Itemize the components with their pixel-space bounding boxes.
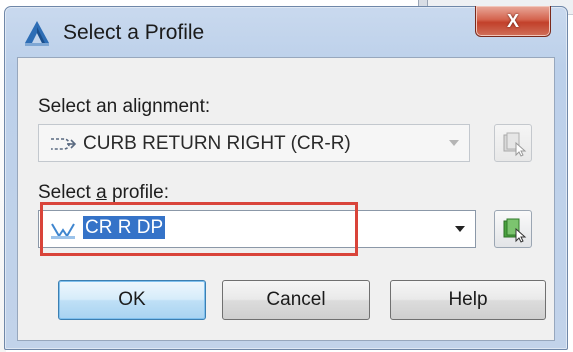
alignment-value: CURB RETURN RIGHT (CR-R): [83, 133, 351, 154]
cancel-button[interactable]: Cancel: [222, 280, 370, 320]
selection-highlight-annotation: [40, 202, 358, 256]
ok-button[interactable]: OK: [58, 280, 206, 320]
pick-from-drawing-icon: [503, 218, 527, 243]
title-bar[interactable]: Select a Profile X: [5, 6, 565, 57]
dialog-title: Select a Profile: [63, 21, 205, 44]
pick-profile-button[interactable]: [494, 210, 532, 248]
alignment-label: Select an alignment:: [38, 96, 211, 117]
profile-label-mnemonic: a: [96, 182, 107, 203]
pick-alignment-button[interactable]: [494, 124, 532, 162]
close-icon: X: [506, 10, 519, 31]
profile-label: Select a profile:: [38, 182, 169, 204]
profile-label-prefix: Select: [38, 182, 97, 203]
profile-label-suffix: profile:: [106, 182, 169, 203]
civil3d-app-icon: [25, 21, 49, 46]
select-profile-dialog: Select a Profile X Select an alignment: …: [4, 6, 568, 350]
alignment-dropdown[interactable]: CURB RETURN RIGHT (CR-R): [38, 124, 470, 162]
close-button[interactable]: X: [475, 6, 551, 37]
help-button[interactable]: Help: [390, 280, 546, 320]
chevron-down-icon: [455, 226, 465, 232]
alignment-icon: [51, 138, 77, 150]
dialog-client-area: Select an alignment: CURB RETURN RIGHT (…: [17, 57, 555, 341]
chevron-down-icon: [449, 140, 459, 146]
pick-from-drawing-icon: [503, 132, 527, 157]
